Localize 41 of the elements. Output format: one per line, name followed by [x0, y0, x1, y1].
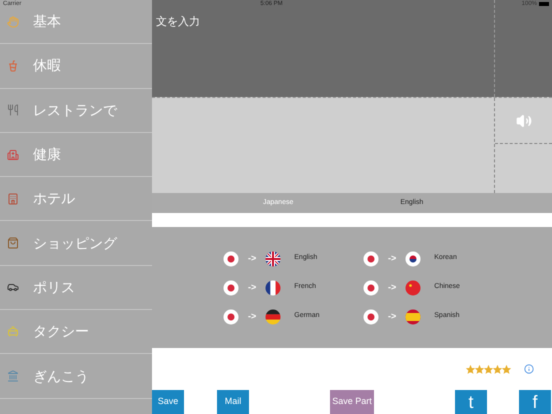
chinese-flag-icon: [405, 280, 422, 296]
japan-flag-icon: [223, 250, 239, 266]
action-button[interactable]: Save: [152, 390, 184, 414]
building-icon: [7, 370, 19, 382]
star-rating[interactable]: [466, 364, 511, 374]
star-icon: [484, 364, 493, 374]
japan-flag-icon: [363, 250, 379, 266]
arrow-label: ->: [388, 280, 396, 294]
info-icon[interactable]: [524, 364, 534, 374]
arrow-label: ->: [248, 310, 256, 323]
french-flag-icon: [265, 280, 282, 296]
arrow-label: ->: [388, 310, 396, 323]
star-icon: [466, 364, 475, 374]
taxi-icon: [7, 326, 19, 338]
hand-icon: [7, 16, 19, 28]
japan-flag-icon: [363, 280, 379, 296]
action-button[interactable]: Mail: [217, 390, 249, 414]
bag-icon: [7, 237, 19, 250]
arrow-label: ->: [248, 252, 256, 265]
star-icon: [475, 364, 484, 374]
star-icon: [493, 364, 502, 374]
battery-icon: [539, 2, 549, 6]
action-button[interactable]: Save Part: [330, 390, 374, 414]
speaker-icon[interactable]: [516, 112, 532, 128]
korean-flag-icon: [405, 250, 422, 266]
car-icon: [7, 281, 19, 294]
japan-flag-icon: [363, 308, 379, 324]
star-icon: [502, 364, 511, 374]
arrow-label: ->: [388, 252, 396, 265]
japan-flag-icon: [223, 280, 239, 296]
german-flag-icon: [265, 308, 282, 324]
japan-flag-icon: [223, 308, 239, 324]
union-jack-flag-icon: [265, 250, 282, 266]
hospital-icon: [7, 148, 19, 161]
hotel-icon: [7, 192, 19, 205]
cup-icon: [7, 60, 19, 72]
arrow-label: ->: [248, 280, 256, 294]
utensils-icon: [7, 104, 19, 116]
share-button[interactable]: f: [519, 390, 551, 414]
share-button[interactable]: t: [455, 390, 487, 414]
spanish-flag-icon: [405, 308, 422, 324]
